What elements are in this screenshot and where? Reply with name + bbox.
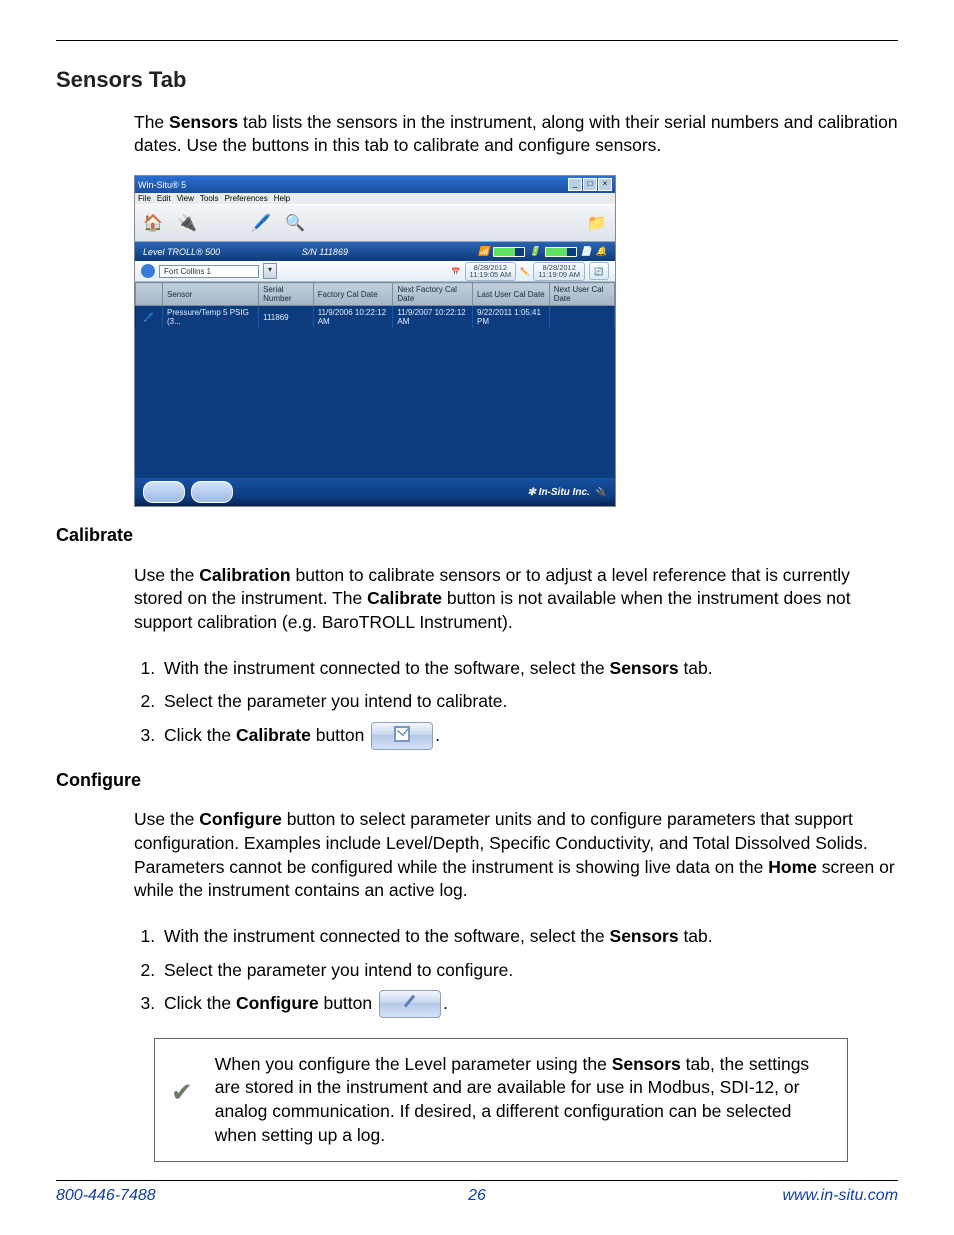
menu-help[interactable]: Help — [274, 194, 290, 203]
calibrate-step-2: Select the parameter you intend to calib… — [160, 685, 898, 718]
window-title: Win-Situ® 5 — [138, 180, 567, 190]
win-situ-screenshot: Win-Situ® 5 _ □ × File Edit View Tools P… — [134, 175, 616, 507]
configure-step-1: With the instrument connected to the sof… — [160, 920, 898, 953]
folder-icon[interactable]: 📁 — [585, 211, 609, 235]
calibrate-button[interactable] — [143, 481, 185, 503]
maximize-button[interactable]: □ — [583, 178, 597, 191]
connect-icon[interactable]: 🔌 — [175, 211, 199, 235]
site-icon[interactable] — [141, 264, 155, 278]
footer-page: 26 — [337, 1187, 618, 1205]
menubar: File Edit View Tools Preferences Help — [135, 193, 615, 204]
cell-next-user-cal — [549, 306, 614, 329]
device-info-bar: Level TROLL® 500 S/N 111869 📶 🔋 📄 🔔 — [135, 242, 615, 261]
battery-gauge — [545, 247, 577, 257]
memory-gauge — [493, 247, 525, 257]
section-heading: Sensors Tab — [56, 67, 898, 93]
calibrate-heading: Calibrate — [56, 525, 898, 546]
sync-clock-button[interactable]: 🔄 — [589, 262, 609, 280]
calibrate-steps: With the instrument connected to the sof… — [134, 652, 898, 752]
clock-pc-icon: 📅 — [451, 267, 460, 276]
calibrate-icon-button[interactable] — [371, 722, 433, 750]
menu-file[interactable]: File — [138, 194, 151, 203]
table-row[interactable]: 🖊️ Pressure/Temp 5 PSIG (3... 111869 11/… — [136, 306, 615, 329]
col-icon — [136, 283, 163, 306]
footer-url: www.in-situ.com — [617, 1187, 898, 1205]
view-icon[interactable]: 🔍 — [283, 211, 307, 235]
configure-steps: With the instrument connected to the sof… — [134, 920, 898, 1020]
brand-text: ✻ In-Situ Inc. — [528, 487, 590, 498]
wifi-icon: 📶 — [478, 246, 489, 257]
menu-view[interactable]: View — [177, 194, 194, 203]
site-selector[interactable]: Fort Collins 1 — [159, 265, 259, 278]
device-clock: 8/28/201211:19:09 AM — [533, 262, 585, 281]
cell-next-factory-cal: 11/9/2007 10:22:12 AM — [393, 306, 473, 329]
menu-prefs[interactable]: Preferences — [225, 194, 268, 203]
battery-icon: 🔋 — [529, 246, 540, 257]
cell-sensor: Pressure/Temp 5 PSIG (3... — [163, 306, 259, 329]
col-sensor[interactable]: Sensor — [163, 283, 259, 306]
configure-icon-button[interactable] — [379, 990, 441, 1018]
site-dropdown[interactable]: ▾ — [263, 263, 277, 279]
cell-factory-cal: 11/9/2006 10:22:12 AM — [313, 306, 393, 329]
site-bar: Fort Collins 1 ▾ 📅 8/28/201211:19:05 AM … — [135, 261, 615, 282]
device-model: Level TROLL® 500 — [143, 247, 302, 257]
col-serial[interactable]: Serial Number — [259, 283, 314, 306]
check-icon: ✔ — [171, 1075, 193, 1110]
cell-last-user-cal: 9/22/2011 1:05:41 PM — [473, 306, 550, 329]
intro-paragraph: The Sensors tab lists the sensors in the… — [134, 111, 898, 158]
table-empty-area — [135, 328, 615, 478]
footer-phone: 800-446-7488 — [56, 1187, 337, 1205]
calibrate-step-1: With the instrument connected to the sof… — [160, 652, 898, 685]
note-text: When you configure the Level parameter u… — [215, 1053, 831, 1148]
calibrate-step-3: Click the Calibrate button . — [160, 719, 898, 752]
cell-serial: 111869 — [259, 306, 314, 329]
pc-clock: 8/28/201211:19:05 AM — [465, 262, 517, 281]
connection-icon[interactable]: 🔌 — [596, 487, 607, 498]
note-box: ✔ When you configure the Level parameter… — [154, 1038, 848, 1163]
menu-tools[interactable]: Tools — [200, 194, 219, 203]
configure-step-3: Click the Configure button . — [160, 987, 898, 1020]
serial-number: S/N 111869 — [302, 247, 478, 257]
close-button[interactable]: × — [598, 178, 612, 191]
sensors-icon[interactable]: 🖊️ — [249, 211, 273, 235]
col-next-user-cal[interactable]: Next User Cal Date — [549, 283, 614, 306]
col-factory-cal[interactable]: Factory Cal Date — [313, 283, 393, 306]
row-icon: 🖊️ — [136, 306, 163, 329]
configure-paragraph: Use the Configure button to select param… — [134, 808, 898, 903]
col-last-user-cal[interactable]: Last User Cal Date — [473, 283, 550, 306]
notes-icon[interactable]: 📄 — [581, 246, 592, 257]
configure-step-2: Select the parameter you intend to confi… — [160, 954, 898, 987]
col-next-factory-cal[interactable]: Next Factory Cal Date — [393, 283, 473, 306]
menu-edit[interactable]: Edit — [157, 194, 171, 203]
titlebar: Win-Situ® 5 _ □ × — [135, 176, 615, 193]
configure-button[interactable] — [191, 481, 233, 503]
minimize-button[interactable]: _ — [568, 178, 582, 191]
toolbar: 🏠 🔌 🖊️ 🔍 📁 — [135, 204, 615, 242]
home-icon[interactable]: 🏠 — [141, 211, 165, 235]
page-footer: 800-446-7488 26 www.in-situ.com — [56, 1180, 898, 1205]
clock-device-icon: ✏️ — [520, 267, 529, 276]
calibrate-paragraph: Use the Calibration button to calibrate … — [134, 564, 898, 635]
alarm-icon[interactable]: 🔔 — [596, 246, 607, 257]
configure-heading: Configure — [56, 770, 898, 791]
status-bar: ✻ In-Situ Inc. 🔌 — [135, 478, 615, 506]
sensors-table: Sensor Serial Number Factory Cal Date Ne… — [135, 282, 615, 328]
